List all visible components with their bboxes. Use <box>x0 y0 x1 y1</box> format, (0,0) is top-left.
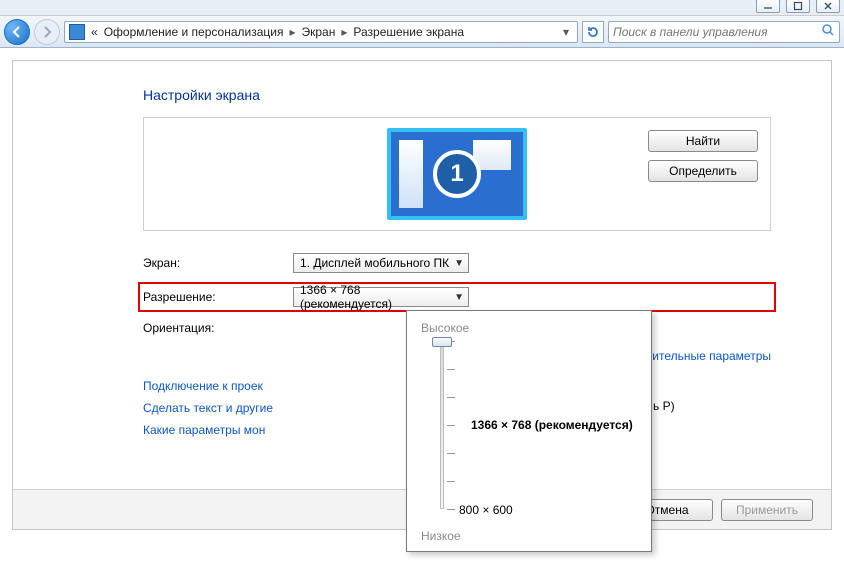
resolution-row: Разрешение: 1366 × 768 (рекомендуется) ▼ <box>138 282 776 312</box>
apply-button[interactable]: Применить <box>721 499 813 521</box>
slider-thumb[interactable] <box>432 337 452 347</box>
detect-button[interactable]: Определить <box>648 160 758 182</box>
page-title: Настройки экрана <box>143 87 771 103</box>
slider-track <box>440 341 444 509</box>
chevron-down-icon: ▼ <box>454 292 464 303</box>
display-preview-panel: 1 Найти Определить <box>143 117 771 231</box>
tab-strip <box>0 0 844 16</box>
minimize-button[interactable] <box>756 0 780 13</box>
address-dropdown-icon[interactable]: ▾ <box>559 25 573 39</box>
address-bar: « Оформление и персонализация ▸ Экран ▸ … <box>0 16 844 48</box>
display-row: Экран: 1. Дисплей мобильного ПК ▼ <box>143 253 771 273</box>
projector-hint-tail: ь P) <box>653 399 675 413</box>
resolution-slider-popup[interactable]: Высокое 1366 × 768 (рекомендуется) 800 ×… <box>406 310 652 552</box>
resolution-slider[interactable] <box>425 341 459 509</box>
search-icon[interactable] <box>821 23 835 40</box>
orientation-label: Ориентация: <box>143 321 293 335</box>
slider-low-label: Низкое <box>421 529 461 543</box>
slider-min-value: 800 × 600 <box>459 503 513 517</box>
chevron-down-icon: ▼ <box>454 258 464 269</box>
resolution-label: Разрешение: <box>143 290 293 304</box>
find-button[interactable]: Найти <box>648 130 758 152</box>
window-controls <box>756 0 840 13</box>
refresh-button[interactable] <box>582 21 604 43</box>
breadcrumb-prefix: « <box>91 25 98 39</box>
display-number: 1 <box>433 150 481 198</box>
chevron-right-icon: ▸ <box>341 25 347 39</box>
breadcrumb[interactable]: « Оформление и персонализация ▸ Экран ▸ … <box>64 21 578 43</box>
maximize-button[interactable] <box>786 0 810 13</box>
slider-high-label: Высокое <box>421 321 639 335</box>
forward-button[interactable] <box>34 19 60 45</box>
display-select[interactable]: 1. Дисплей мобильного ПК ▼ <box>293 253 469 273</box>
resolution-select-value: 1366 × 768 (рекомендуется) <box>300 283 454 311</box>
slider-selected-value: 1366 × 768 (рекомендуется) <box>471 418 633 432</box>
close-button[interactable] <box>816 0 840 13</box>
projector-link[interactable]: Подключение к проек <box>143 379 263 393</box>
display-thumbnail[interactable]: 1 <box>387 128 527 220</box>
control-panel-icon <box>69 24 85 40</box>
display-select-value: 1. Дисплей мобильного ПК <box>300 256 449 270</box>
chevron-right-icon: ▸ <box>289 25 295 39</box>
search-input[interactable] <box>613 25 821 39</box>
breadcrumb-item[interactable]: Экран <box>301 25 335 39</box>
display-label: Экран: <box>143 256 293 270</box>
search-box[interactable] <box>608 21 840 43</box>
breadcrumb-item[interactable]: Разрешение экрана <box>353 25 464 39</box>
back-button[interactable] <box>4 19 30 45</box>
resolution-select[interactable]: 1366 × 768 (рекомендуется) ▼ <box>293 287 469 307</box>
breadcrumb-item[interactable]: Оформление и персонализация <box>104 25 284 39</box>
